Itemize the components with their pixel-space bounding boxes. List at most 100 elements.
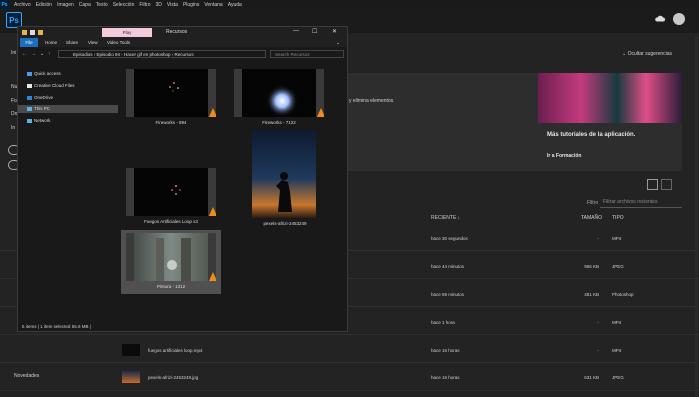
header-recent[interactable]: RECIENTE ↓ — [431, 215, 460, 221]
left-label-inicio-2[interactable]: In — [11, 125, 15, 131]
navigation-pane: Quick access Creative Cloud Files OneDri… — [18, 62, 118, 321]
row-recent: hace 30 segundos — [431, 236, 468, 241]
file-tile-selected[interactable]: Pintura - 1312 — [121, 230, 221, 294]
address-bar-row: ← → ⌄ ↑ Episodios › Episodio 94 - Hacer … — [18, 48, 347, 60]
row-size: - — [597, 236, 600, 241]
folder-icon[interactable] — [22, 30, 27, 35]
forward-icon[interactable]: → — [31, 51, 36, 57]
vlc-icon — [208, 272, 216, 281]
fireworks-image — [171, 185, 181, 195]
header-type[interactable]: TIPO — [612, 215, 624, 221]
row-type: Photoshop — [612, 292, 634, 297]
avatar[interactable] — [673, 13, 685, 25]
vlc-icon — [208, 207, 216, 216]
file-tile[interactable]: Fuegos Artificiales Loop x3 — [121, 165, 221, 227]
creative-cloud-icon — [27, 84, 32, 88]
computer-icon — [27, 107, 32, 111]
file-name: pexels-afrizi-2453249 — [263, 221, 307, 226]
row-type: JPEG — [612, 375, 624, 380]
tutorial-image[interactable] — [538, 73, 682, 123]
row-recent: hace 59 minutos — [431, 292, 465, 297]
row-name: fuegos artificiales loop.mp4 — [148, 348, 203, 353]
tutorial-title: Más tutoriales de la aplicación. — [547, 132, 636, 138]
menu-filtro[interactable]: Filtro — [139, 2, 150, 8]
menu-capa[interactable]: Capa — [79, 2, 91, 8]
cloud-icon[interactable] — [655, 15, 665, 22]
hide-suggestions-label: Ocultar sugerencias — [627, 51, 673, 57]
menu-seleccion[interactable]: Selección — [113, 2, 135, 8]
file-name: Fireworks - 7122 — [262, 120, 296, 125]
menu-ventana[interactable]: Ventana — [204, 2, 222, 8]
row-name: pexels-afrizi-2453249.jpg — [148, 375, 199, 380]
nav-creative-cloud[interactable]: Creative Cloud Files — [18, 82, 118, 90]
grid-view-button[interactable] — [661, 179, 672, 190]
left-label-inicio[interactable]: Ini — [11, 50, 16, 56]
video-thumbnail — [126, 168, 216, 216]
address-path[interactable]: Episodios › Episodio 94 - Hacer gif en p… — [58, 50, 266, 58]
nav-quick-access[interactable]: Quick access — [18, 70, 118, 78]
table-row[interactable]: pexels-afrizi-2453249.jpg hace 16 horas … — [0, 363, 699, 391]
tab-file[interactable]: File — [20, 38, 38, 47]
menu-texto[interactable]: Texto — [96, 2, 108, 8]
status-bar: 5 items | 1 item selected 55.6 MB | — [18, 322, 347, 331]
tab-video-tools[interactable]: Video Tools — [107, 40, 130, 45]
nav-label: Creative Cloud Files — [34, 83, 75, 88]
menu-plugins[interactable]: Plugins — [183, 2, 199, 8]
minimize-button[interactable]: — — [293, 28, 299, 34]
tab-home[interactable]: Home — [45, 40, 57, 45]
scrollbar[interactable] — [695, 36, 698, 397]
vlc-icon — [316, 108, 324, 117]
vlc-icon — [208, 108, 216, 117]
file-name: Pintura - 1312 — [156, 284, 186, 289]
menu-vista[interactable]: Vista — [167, 2, 178, 8]
menu-imagen[interactable]: Imagen — [57, 2, 74, 8]
close-button[interactable]: ✕ — [332, 28, 337, 35]
row-divider — [0, 334, 699, 335]
file-tile[interactable]: Fireworks - 7122 — [229, 66, 329, 128]
row-size: 481 KB — [584, 292, 599, 297]
table-row[interactable]: fuegos artificiales loop.mp4 hace 16 hor… — [0, 336, 699, 364]
menu-ayuda[interactable]: Ayuda — [228, 2, 242, 8]
window-title: Recursos — [166, 29, 188, 35]
play-tab[interactable]: Play — [102, 28, 152, 37]
properties-icon[interactable] — [30, 30, 35, 35]
new-folder-icon[interactable] — [38, 30, 43, 35]
file-explorer-window: Play Recursos — ☐ ✕ File Home Share View… — [17, 26, 348, 332]
file-tile[interactable]: Fireworks - 894 — [121, 66, 221, 128]
nav-this-pc[interactable]: This PC — [18, 105, 118, 113]
nav-network[interactable]: Network — [18, 117, 118, 125]
recent-locations-icon[interactable]: ⌄ — [40, 51, 44, 57]
back-icon[interactable]: ← — [22, 51, 27, 57]
file-thumbnail — [122, 371, 140, 383]
ribbon-expand-icon[interactable]: ⌄ — [336, 40, 340, 46]
nav-label: This PC — [34, 106, 51, 111]
menu-archivo[interactable]: Archivo — [14, 2, 31, 8]
menu-edicion[interactable]: Edición — [36, 2, 52, 8]
search-input[interactable]: Search Recursos — [270, 50, 344, 58]
fireworks-image — [169, 82, 179, 92]
hide-suggestions-toggle[interactable]: ⌄ Ocultar sugerencias — [622, 51, 672, 57]
video-thumbnail — [234, 69, 324, 117]
row-recent: hace 16 horas — [431, 375, 460, 380]
tab-view[interactable]: View — [88, 40, 98, 45]
novedades-link[interactable]: Novedades — [14, 373, 39, 379]
up-icon[interactable]: ↑ — [48, 51, 51, 57]
tutorial-link[interactable]: Ir a Formación — [547, 153, 581, 159]
nav-onedrive[interactable]: OneDrive — [18, 94, 118, 102]
nav-label: Quick access — [34, 71, 61, 76]
filter-input[interactable]: Filtrar archivos recientes — [600, 196, 682, 208]
menu-3d[interactable]: 3D — [156, 2, 162, 8]
list-view-button[interactable] — [647, 179, 658, 190]
left-label-formacion[interactable]: Fo — [11, 98, 17, 104]
row-size: 631 KB — [584, 375, 599, 380]
row-size: 965 KB — [584, 264, 599, 269]
file-name: Fuegos Artificiales Loop x3 — [144, 219, 198, 224]
maximize-button[interactable]: ☐ — [312, 28, 317, 35]
tab-share[interactable]: Share — [66, 40, 78, 45]
onedrive-icon — [27, 96, 32, 100]
explorer-title-bar: Play Recursos — ☐ ✕ — [18, 27, 347, 38]
header-size[interactable]: TAMAÑO — [581, 215, 602, 221]
file-tile[interactable]: pexels-afrizi-2453249 — [249, 130, 321, 230]
banner-description: y elimina elementos. — [349, 98, 395, 104]
fireworks-image — [266, 85, 298, 117]
